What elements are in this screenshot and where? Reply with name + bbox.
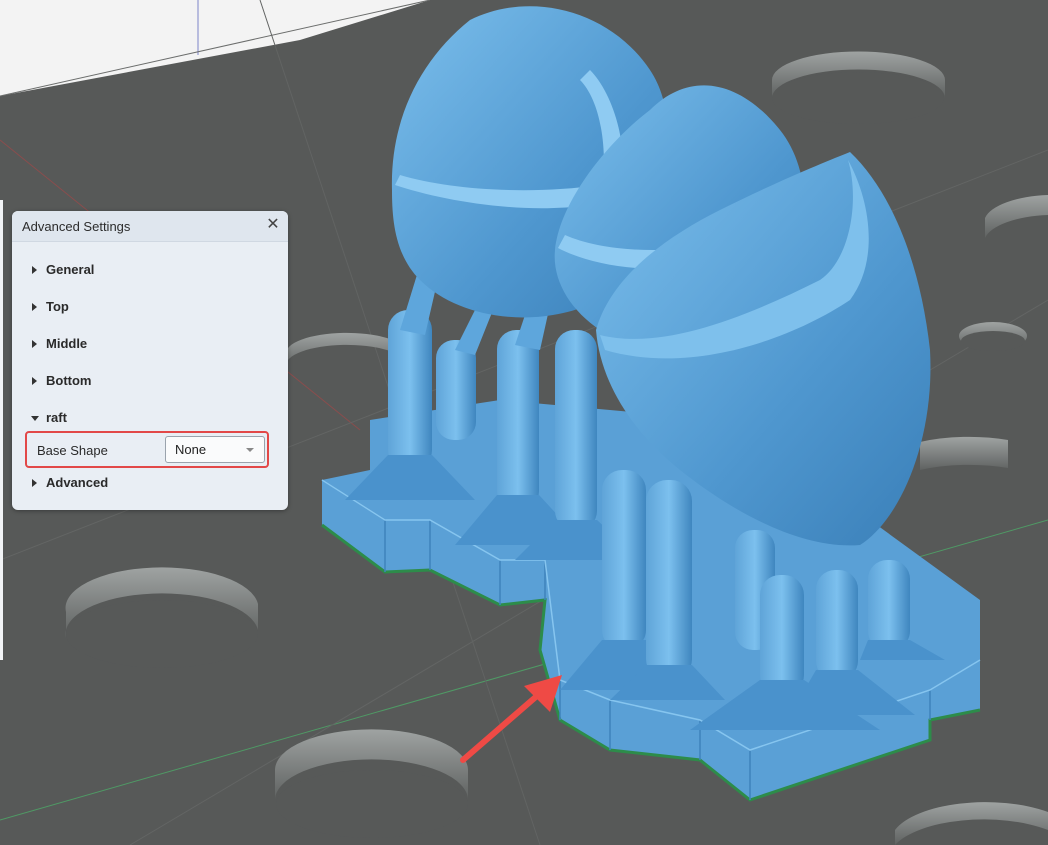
section-label: Bottom — [46, 373, 92, 388]
base-shape-dropdown[interactable]: None — [165, 436, 265, 463]
section-top[interactable]: Top — [12, 293, 288, 321]
expand-arrow-icon — [32, 479, 37, 487]
section-label: Middle — [46, 336, 88, 351]
section-general[interactable]: General — [12, 256, 288, 284]
section-raft[interactable]: raft — [12, 404, 288, 432]
expand-arrow-icon — [32, 340, 37, 348]
collapse-arrow-icon — [31, 416, 39, 421]
close-button[interactable]: ✕ — [264, 216, 282, 234]
section-advanced[interactable]: Advanced — [12, 469, 288, 497]
expand-arrow-icon — [32, 266, 37, 274]
section-middle[interactable]: Middle — [12, 330, 288, 358]
base-shape-value: None — [175, 442, 207, 457]
section-label: Top — [46, 299, 69, 314]
section-label: General — [46, 262, 95, 277]
base-shape-label: Base Shape — [37, 443, 108, 458]
panel-header: Advanced Settings ✕ — [12, 211, 288, 242]
base-shape-row: Base Shape None — [25, 431, 269, 468]
advanced-settings-panel: Advanced Settings ✕ General Top Middle B… — [12, 211, 288, 510]
section-label: Advanced — [46, 475, 109, 490]
close-icon: ✕ — [266, 216, 280, 233]
section-bottom[interactable]: Bottom — [12, 367, 288, 395]
section-label: raft — [46, 410, 67, 425]
expand-arrow-icon — [32, 303, 37, 311]
window-edge — [0, 200, 3, 660]
panel-title: Advanced Settings — [22, 219, 131, 234]
chevron-down-icon — [246, 448, 254, 452]
expand-arrow-icon — [32, 377, 37, 385]
